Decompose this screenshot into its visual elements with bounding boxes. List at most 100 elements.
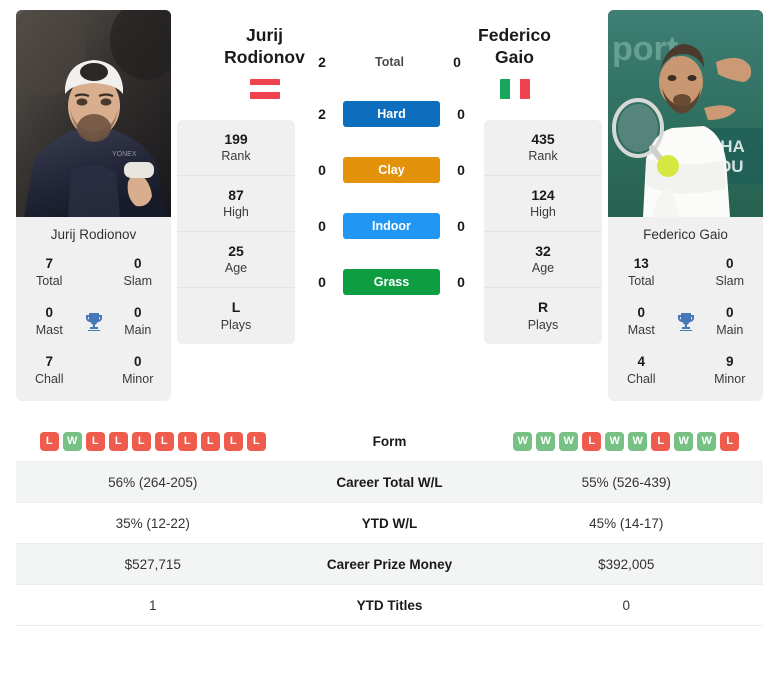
table-row-label: Form [372, 433, 407, 449]
form-badge: W [605, 431, 625, 451]
title-stat-chall: 4 Chall [616, 354, 667, 387]
form-badge: L [154, 431, 174, 451]
form-badge: W [697, 431, 717, 451]
form-badge: W [628, 431, 648, 451]
title-chall-value: 4 [637, 354, 645, 370]
h2h-hard-left-score: 2 [318, 106, 326, 122]
surface-badge-indoor[interactable]: Indoor [343, 213, 440, 239]
form-badge: L [200, 431, 220, 451]
title-stat-total: 13 Total [616, 256, 667, 289]
h2h-grass-right-score: 0 [457, 274, 465, 290]
title-total-value: 13 [633, 256, 649, 271]
trophy-icon [667, 310, 705, 334]
player-right-column: port CHA TOU [608, 10, 763, 409]
stat-high: 87 High [177, 176, 295, 232]
h2h-clay-right-score: 0 [457, 162, 465, 178]
h2h-hard-right-score: 0 [457, 106, 465, 122]
table-row-label: Career Prize Money [326, 556, 453, 572]
title-minor-label: Minor [122, 372, 154, 387]
table-row-label: YTD W/L [361, 515, 418, 531]
title-main-label: Main [716, 323, 744, 337]
title-main-value: 0 [133, 305, 142, 321]
h2h-total-right-score: 0 [453, 54, 461, 70]
stat-rank-value: 199 [224, 130, 248, 147]
stat-plays-value: R [537, 299, 549, 316]
form-badge: L [108, 431, 128, 451]
title-mast-label: Mast [35, 323, 63, 337]
form-strip-right: W W W L W W L W W L [490, 431, 764, 451]
stat-rank-label: Rank [221, 149, 251, 164]
player-right-card-name: Federico Gaio [643, 227, 728, 242]
title-mast-label: Mast [627, 323, 655, 337]
title-stat-mast: 0 Mast [24, 305, 75, 338]
form-badge: W [674, 431, 694, 451]
stat-age-value: 32 [535, 242, 551, 259]
surface-badge-hard[interactable]: Hard [343, 101, 440, 127]
title-chall-label: Chall [35, 372, 64, 387]
title-stat-slam: 0 Slam [705, 256, 756, 289]
title-stat-minor: 0 Minor [113, 354, 164, 387]
table-row-career-total-wl: 56% (264-205) Career Total W/L 55% (526-… [16, 462, 763, 504]
player-left-card-name: Jurij Rodionov [50, 227, 137, 242]
form-badge: L [582, 431, 602, 451]
player-right-photo: port CHA TOU [608, 10, 763, 217]
table-row-label: YTD Titles [356, 597, 423, 613]
h2h-indoor-left-score: 0 [318, 218, 326, 234]
career-total-wl-left: 56% (264-205) [108, 474, 198, 490]
stat-rank-label: Rank [528, 149, 558, 164]
stat-plays-value: L [231, 299, 241, 316]
title-main-value: 0 [725, 305, 734, 321]
stat-age-value: 25 [228, 242, 244, 259]
form-strip-left: L W L L L L L L L L [16, 431, 290, 451]
title-slam-label: Slam [123, 273, 152, 288]
title-slam-label: Slam [715, 273, 744, 288]
title-stat-mast: 0 Mast [616, 305, 667, 338]
form-badge: W [62, 431, 82, 451]
career-prize-money-left: $527,715 [124, 556, 181, 572]
title-stat-main: 0 Main [113, 305, 164, 338]
stat-age: 25 Age [177, 232, 295, 288]
stat-age-label: Age [224, 261, 248, 276]
table-row-career-prize-money: $527,715 Career Prize Money $392,005 [16, 544, 763, 586]
player-left-titles-card: Jurij Rodionov 7 Total 0 Slam 0 Mast 0 M… [16, 217, 171, 402]
player-left-column: YONEX Jurij Rodionov 7 Total 0 Slam 0 Ma… [16, 10, 171, 409]
h2h-total-label: Total [375, 55, 404, 69]
title-total-label: Total [628, 273, 655, 288]
player-right-stat-column: 435 Rank 124 High 32 Age R Plays [484, 120, 602, 344]
table-row-ytd-titles: 1 YTD Titles 0 [16, 585, 763, 627]
surface-badge-grass[interactable]: Grass [343, 269, 440, 295]
stat-high-label: High [530, 205, 556, 220]
player-left-titles-grid: 7 Total 0 Slam 0 Mast 0 Main 7 Chall 0 M… [24, 256, 163, 387]
trophy-icon [75, 310, 113, 334]
title-stat-minor: 9 Minor [705, 354, 756, 387]
stat-rank-value: 435 [531, 130, 555, 147]
stat-high-value: 124 [531, 186, 555, 203]
surface-badge-clay[interactable]: Clay [343, 157, 440, 183]
table-row-label: Career Total W/L [336, 474, 443, 490]
form-badge: L [223, 431, 243, 451]
title-total-value: 7 [45, 256, 53, 271]
form-badge: L [177, 431, 197, 451]
title-stat-slam: 0 Slam [113, 256, 164, 289]
title-stat-chall: 7 Chall [24, 354, 75, 387]
form-badge: L [39, 431, 59, 451]
head-to-head-column: 2 Total 0 2 Hard 0 0 Clay 0 0 Indoor 0 0 [301, 10, 478, 310]
stat-rank: 435 Rank [484, 120, 602, 176]
career-prize-money-right: $392,005 [598, 556, 655, 572]
ytd-wl-right: 45% (14-17) [589, 515, 664, 531]
h2h-grass-left-score: 0 [318, 274, 326, 290]
h2h-row-clay: 0 Clay 0 [301, 142, 478, 198]
ytd-titles-right: 0 [622, 597, 630, 613]
stat-rank: 199 Rank [177, 120, 295, 176]
ytd-titles-left: 1 [148, 597, 157, 613]
form-badge: L [85, 431, 105, 451]
stat-plays: R Plays [484, 288, 602, 344]
title-main-label: Main [124, 323, 152, 337]
form-badge: L [720, 431, 740, 451]
stat-age: 32 Age [484, 232, 602, 288]
h2h-clay-left-score: 0 [318, 162, 326, 178]
stat-plays-label: Plays [527, 317, 559, 332]
title-mast-value: 0 [637, 305, 645, 321]
stat-high-label: High [223, 205, 249, 220]
title-minor-label: Minor [714, 372, 746, 387]
